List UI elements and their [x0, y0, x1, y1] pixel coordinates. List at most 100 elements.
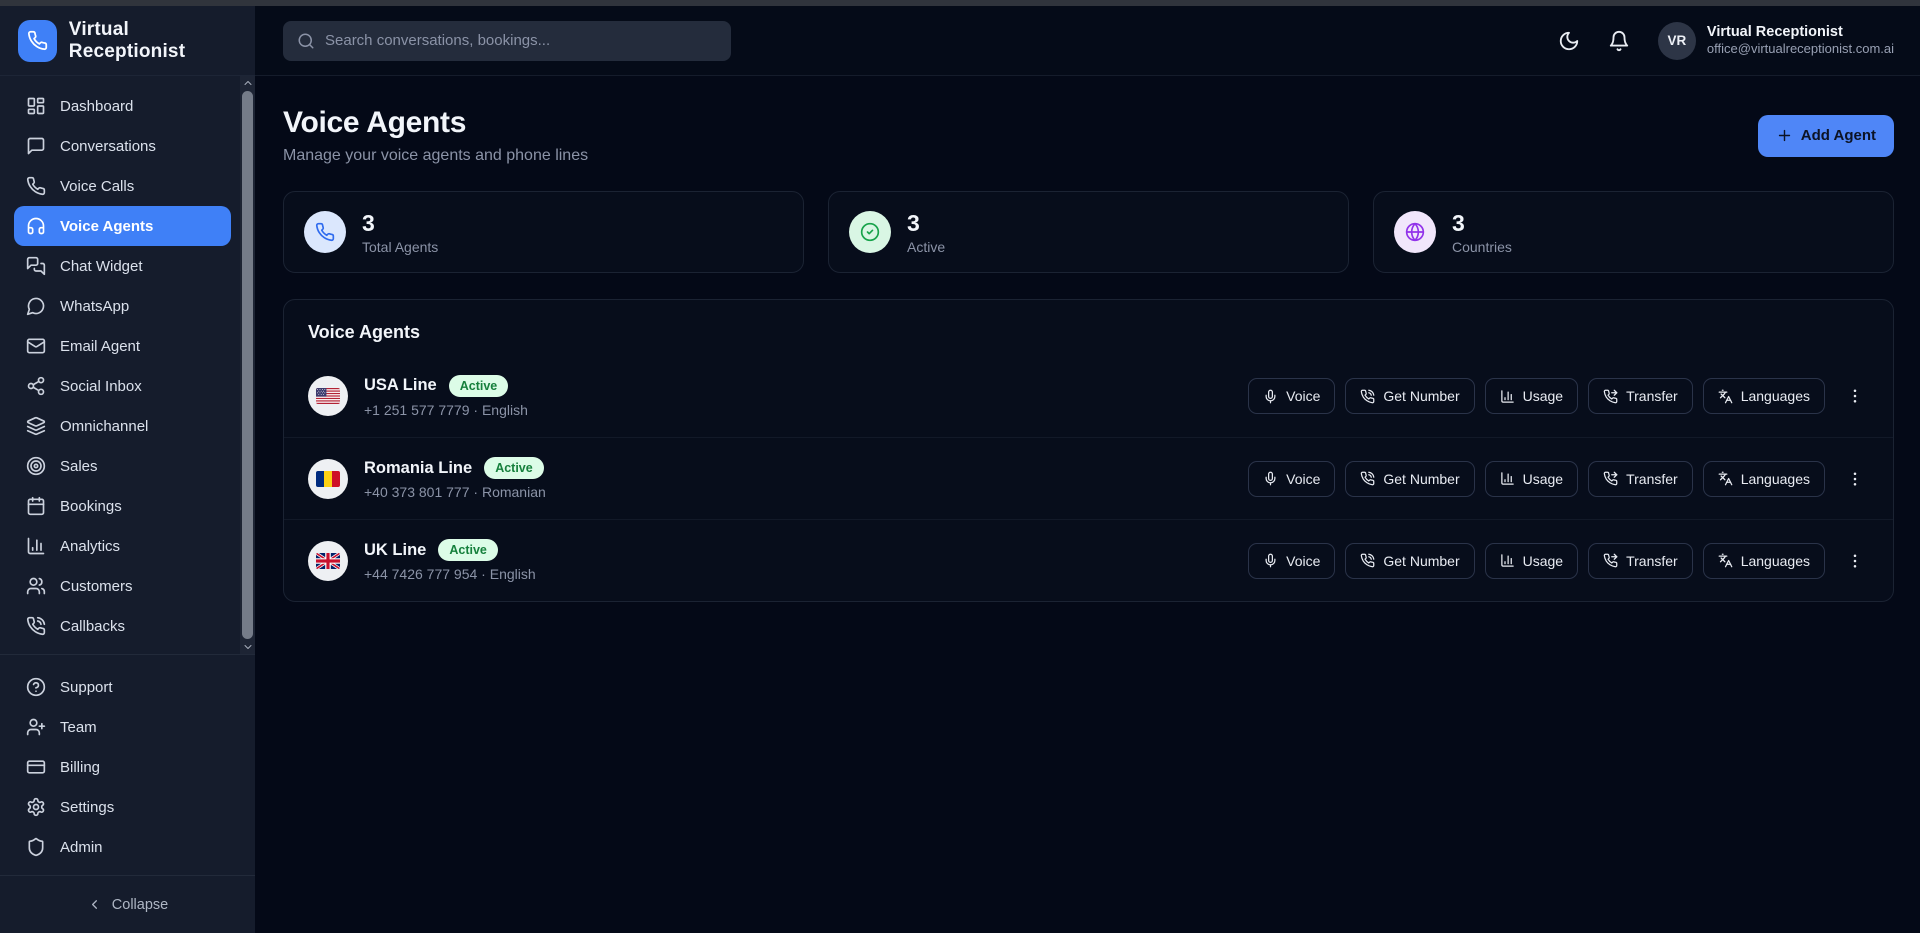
collapse-button[interactable]: Collapse: [0, 875, 255, 933]
sidebar: Virtual Receptionist Dashboard Conversati…: [0, 6, 255, 933]
stat-label: Countries: [1452, 239, 1512, 255]
separator: ·: [473, 484, 478, 500]
sidebar-item-customers[interactable]: Customers: [14, 566, 231, 606]
stat-label: Active: [907, 239, 945, 255]
transfer-button[interactable]: Transfer: [1588, 378, 1693, 414]
sidebar-item-analytics[interactable]: Analytics: [14, 526, 231, 566]
voice-button[interactable]: Voice: [1248, 378, 1335, 414]
sidebar-item-social-inbox[interactable]: Social Inbox: [14, 366, 231, 406]
row-menu-button[interactable]: [1841, 461, 1869, 497]
sidebar-item-callbacks[interactable]: Callbacks: [14, 606, 231, 646]
stat-label: Total Agents: [362, 239, 438, 255]
app-logo-row[interactable]: Virtual Receptionist: [0, 6, 255, 76]
sidebar-item-label: Conversations: [60, 138, 156, 155]
voice-button[interactable]: Voice: [1248, 461, 1335, 497]
agent-phone-language: +1 251 577 7779 · English: [364, 402, 528, 418]
sidebar-scrollbar[interactable]: [240, 76, 255, 654]
action-label: Usage: [1523, 388, 1563, 404]
scroll-down-icon[interactable]: [240, 640, 255, 654]
scrollbar-thumb[interactable]: [242, 91, 253, 639]
sidebar-item-conversations[interactable]: Conversations: [14, 126, 231, 166]
get-number-button[interactable]: Get Number: [1345, 461, 1474, 497]
chevron-left-icon: [87, 897, 102, 912]
action-label: Languages: [1741, 388, 1810, 404]
sidebar-item-admin[interactable]: Admin: [14, 827, 231, 867]
sidebar-item-whatsapp[interactable]: WhatsApp: [14, 286, 231, 326]
phone-call-icon: [26, 616, 46, 636]
messages-square-icon: [26, 256, 46, 276]
sidebar-item-team[interactable]: Team: [14, 707, 231, 747]
voice-button[interactable]: Voice: [1248, 543, 1335, 579]
sidebar-item-label: Dashboard: [60, 98, 133, 115]
sidebar-item-bookings[interactable]: Bookings: [14, 486, 231, 526]
get-number-button[interactable]: Get Number: [1345, 543, 1474, 579]
sidebar-item-email-agent[interactable]: Email Agent: [14, 326, 231, 366]
mic-icon: [1263, 389, 1278, 404]
agent-row-uk-line: UK LineActive+44 7426 777 954 · EnglishV…: [284, 519, 1893, 601]
row-menu-button[interactable]: [1841, 378, 1869, 414]
dark-mode-toggle-moon-icon[interactable]: [1558, 30, 1580, 52]
languages-button[interactable]: Languages: [1703, 461, 1825, 497]
search-icon: [297, 32, 315, 50]
action-label: Voice: [1286, 388, 1320, 404]
topbar: VR Virtual Receptionist office@virtualre…: [255, 6, 1920, 76]
uk-flag: [316, 553, 340, 569]
scroll-up-icon[interactable]: [240, 76, 255, 90]
mail-icon: [26, 336, 46, 356]
add-agent-button[interactable]: Add Agent: [1758, 115, 1894, 157]
stat-globe-circle: [1394, 211, 1436, 253]
notifications-bell-icon[interactable]: [1608, 30, 1630, 52]
ellipsis-vertical-icon: [1846, 470, 1864, 488]
languages-button[interactable]: Languages: [1703, 378, 1825, 414]
app-title: Virtual Receptionist: [69, 19, 237, 63]
chart-column-icon: [1500, 389, 1515, 404]
layout-dashboard-icon: [26, 96, 46, 116]
chart-column-icon: [1500, 553, 1515, 568]
sidebar-item-support[interactable]: Support: [14, 667, 231, 707]
row-menu-button[interactable]: [1841, 543, 1869, 579]
agent-name: USA Line: [364, 376, 437, 395]
sidebar-item-omnichannel[interactable]: Omnichannel: [14, 406, 231, 446]
avatar: VR: [1658, 22, 1696, 60]
sidebar-item-voice-calls[interactable]: Voice Calls: [14, 166, 231, 206]
usage-button[interactable]: Usage: [1485, 543, 1578, 579]
panel-title: Voice Agents: [284, 300, 1893, 355]
agent-phone-language: +40 373 801 777 · Romanian: [364, 484, 546, 500]
get-number-button[interactable]: Get Number: [1345, 378, 1474, 414]
app-window: Virtual Receptionist Dashboard Conversati…: [0, 0, 1920, 933]
uk-flag-icon: [308, 541, 348, 581]
languages-icon: [1718, 471, 1733, 486]
user-menu[interactable]: VR Virtual Receptionist office@virtualre…: [1658, 22, 1894, 60]
status-badge: Active: [449, 375, 509, 397]
action-label: Languages: [1741, 471, 1810, 487]
phone-icon: [27, 30, 48, 51]
agent-row-romania-line: Romania LineActive+40 373 801 777 · Roma…: [284, 437, 1893, 519]
settings-icon: [26, 797, 46, 817]
user-email: office@virtualreceptionist.com.ai: [1707, 41, 1894, 58]
phone-icon: [26, 176, 46, 196]
mic-icon: [1263, 553, 1278, 568]
languages-button[interactable]: Languages: [1703, 543, 1825, 579]
help-circle-icon: [26, 677, 46, 697]
sidebar-item-chat-widget[interactable]: Chat Widget: [14, 246, 231, 286]
transfer-button[interactable]: Transfer: [1588, 543, 1693, 579]
sidebar-item-dashboard[interactable]: Dashboard: [14, 86, 231, 126]
search-input[interactable]: [325, 32, 717, 49]
sidebar-item-sales[interactable]: Sales: [14, 446, 231, 486]
romania-flag: [316, 471, 340, 487]
sidebar-item-settings[interactable]: Settings: [14, 787, 231, 827]
agent-language: English: [482, 402, 528, 418]
sidebar-item-label: Chat Widget: [60, 258, 143, 275]
topbar-right: VR Virtual Receptionist office@virtualre…: [1558, 22, 1894, 60]
bell-icon: [1608, 30, 1630, 52]
transfer-button[interactable]: Transfer: [1588, 461, 1693, 497]
sidebar-item-billing[interactable]: Billing: [14, 747, 231, 787]
plus-icon: [1776, 127, 1793, 144]
usage-button[interactable]: Usage: [1485, 461, 1578, 497]
sidebar-nav: Dashboard Conversations Voice CallsVoice A…: [0, 76, 255, 654]
stat-card-active: 3Active: [828, 191, 1349, 273]
sidebar-item-label: WhatsApp: [60, 298, 129, 315]
stat-phone-circle: [304, 211, 346, 253]
sidebar-item-voice-agents[interactable]: Voice Agents: [14, 206, 231, 246]
usage-button[interactable]: Usage: [1485, 378, 1578, 414]
